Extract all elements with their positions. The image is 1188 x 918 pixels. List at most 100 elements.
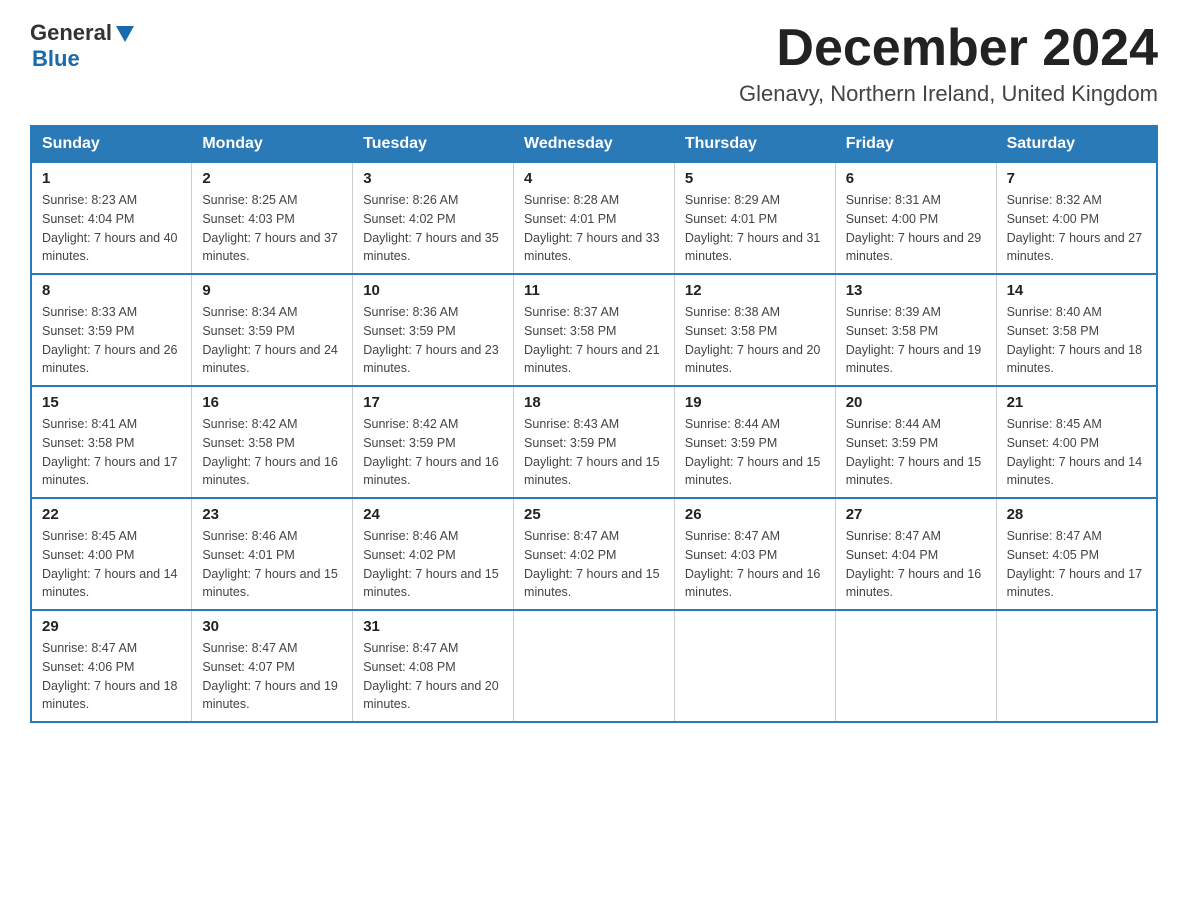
calendar-table: Sunday Monday Tuesday Wednesday Thursday… (30, 125, 1158, 723)
logo-triangle-icon (114, 22, 136, 44)
table-row: 31 Sunrise: 8:47 AM Sunset: 4:08 PM Dayl… (353, 610, 514, 722)
col-wednesday: Wednesday (514, 126, 675, 162)
table-row: 1 Sunrise: 8:23 AM Sunset: 4:04 PM Dayli… (31, 162, 192, 274)
day-info: Sunrise: 8:46 AM Sunset: 4:01 PM Dayligh… (202, 527, 342, 602)
table-row: 17 Sunrise: 8:42 AM Sunset: 3:59 PM Dayl… (353, 386, 514, 498)
day-number: 8 (42, 282, 181, 299)
table-row: 24 Sunrise: 8:46 AM Sunset: 4:02 PM Dayl… (353, 498, 514, 610)
day-number: 20 (846, 394, 986, 411)
day-number: 10 (363, 282, 503, 299)
day-info: Sunrise: 8:41 AM Sunset: 3:58 PM Dayligh… (42, 415, 181, 490)
day-number: 24 (363, 506, 503, 523)
table-row: 29 Sunrise: 8:47 AM Sunset: 4:06 PM Dayl… (31, 610, 192, 722)
day-number: 4 (524, 170, 664, 187)
table-row (514, 610, 675, 722)
table-row: 28 Sunrise: 8:47 AM Sunset: 4:05 PM Dayl… (996, 498, 1157, 610)
table-row: 23 Sunrise: 8:46 AM Sunset: 4:01 PM Dayl… (192, 498, 353, 610)
table-row: 30 Sunrise: 8:47 AM Sunset: 4:07 PM Dayl… (192, 610, 353, 722)
day-info: Sunrise: 8:47 AM Sunset: 4:06 PM Dayligh… (42, 639, 181, 714)
page-subtitle: Glenavy, Northern Ireland, United Kingdo… (739, 81, 1158, 107)
day-number: 3 (363, 170, 503, 187)
table-row: 8 Sunrise: 8:33 AM Sunset: 3:59 PM Dayli… (31, 274, 192, 386)
calendar-week-row: 8 Sunrise: 8:33 AM Sunset: 3:59 PM Dayli… (31, 274, 1157, 386)
day-info: Sunrise: 8:42 AM Sunset: 3:59 PM Dayligh… (363, 415, 503, 490)
day-number: 12 (685, 282, 825, 299)
day-info: Sunrise: 8:23 AM Sunset: 4:04 PM Dayligh… (42, 191, 181, 266)
title-block: December 2024 Glenavy, Northern Ireland,… (739, 20, 1158, 107)
table-row: 6 Sunrise: 8:31 AM Sunset: 4:00 PM Dayli… (835, 162, 996, 274)
day-info: Sunrise: 8:47 AM Sunset: 4:05 PM Dayligh… (1007, 527, 1146, 602)
day-number: 28 (1007, 506, 1146, 523)
col-thursday: Thursday (674, 126, 835, 162)
day-number: 18 (524, 394, 664, 411)
day-info: Sunrise: 8:47 AM Sunset: 4:08 PM Dayligh… (363, 639, 503, 714)
logo-general-text: General (30, 20, 112, 46)
table-row: 13 Sunrise: 8:39 AM Sunset: 3:58 PM Dayl… (835, 274, 996, 386)
day-number: 30 (202, 618, 342, 635)
table-row: 18 Sunrise: 8:43 AM Sunset: 3:59 PM Dayl… (514, 386, 675, 498)
day-number: 1 (42, 170, 181, 187)
day-info: Sunrise: 8:39 AM Sunset: 3:58 PM Dayligh… (846, 303, 986, 378)
table-row: 25 Sunrise: 8:47 AM Sunset: 4:02 PM Dayl… (514, 498, 675, 610)
day-number: 27 (846, 506, 986, 523)
day-info: Sunrise: 8:34 AM Sunset: 3:59 PM Dayligh… (202, 303, 342, 378)
table-row: 12 Sunrise: 8:38 AM Sunset: 3:58 PM Dayl… (674, 274, 835, 386)
day-info: Sunrise: 8:47 AM Sunset: 4:07 PM Dayligh… (202, 639, 342, 714)
col-saturday: Saturday (996, 126, 1157, 162)
table-row: 19 Sunrise: 8:44 AM Sunset: 3:59 PM Dayl… (674, 386, 835, 498)
table-row (674, 610, 835, 722)
table-row (835, 610, 996, 722)
calendar-header-row: Sunday Monday Tuesday Wednesday Thursday… (31, 126, 1157, 162)
table-row: 10 Sunrise: 8:36 AM Sunset: 3:59 PM Dayl… (353, 274, 514, 386)
day-info: Sunrise: 8:32 AM Sunset: 4:00 PM Dayligh… (1007, 191, 1146, 266)
day-info: Sunrise: 8:47 AM Sunset: 4:03 PM Dayligh… (685, 527, 825, 602)
logo: General Blue (30, 20, 136, 72)
day-info: Sunrise: 8:47 AM Sunset: 4:02 PM Dayligh… (524, 527, 664, 602)
day-info: Sunrise: 8:33 AM Sunset: 3:59 PM Dayligh… (42, 303, 181, 378)
page-header: General Blue December 2024 Glenavy, Nort… (30, 20, 1158, 107)
day-info: Sunrise: 8:47 AM Sunset: 4:04 PM Dayligh… (846, 527, 986, 602)
day-number: 2 (202, 170, 342, 187)
calendar-week-row: 29 Sunrise: 8:47 AM Sunset: 4:06 PM Dayl… (31, 610, 1157, 722)
day-number: 26 (685, 506, 825, 523)
day-number: 13 (846, 282, 986, 299)
day-info: Sunrise: 8:26 AM Sunset: 4:02 PM Dayligh… (363, 191, 503, 266)
day-info: Sunrise: 8:45 AM Sunset: 4:00 PM Dayligh… (42, 527, 181, 602)
table-row: 21 Sunrise: 8:45 AM Sunset: 4:00 PM Dayl… (996, 386, 1157, 498)
table-row: 11 Sunrise: 8:37 AM Sunset: 3:58 PM Dayl… (514, 274, 675, 386)
day-info: Sunrise: 8:46 AM Sunset: 4:02 PM Dayligh… (363, 527, 503, 602)
day-number: 25 (524, 506, 664, 523)
day-info: Sunrise: 8:37 AM Sunset: 3:58 PM Dayligh… (524, 303, 664, 378)
table-row: 4 Sunrise: 8:28 AM Sunset: 4:01 PM Dayli… (514, 162, 675, 274)
day-info: Sunrise: 8:25 AM Sunset: 4:03 PM Dayligh… (202, 191, 342, 266)
day-number: 21 (1007, 394, 1146, 411)
table-row: 26 Sunrise: 8:47 AM Sunset: 4:03 PM Dayl… (674, 498, 835, 610)
table-row: 5 Sunrise: 8:29 AM Sunset: 4:01 PM Dayli… (674, 162, 835, 274)
day-number: 31 (363, 618, 503, 635)
day-number: 6 (846, 170, 986, 187)
col-friday: Friday (835, 126, 996, 162)
table-row: 7 Sunrise: 8:32 AM Sunset: 4:00 PM Dayli… (996, 162, 1157, 274)
day-number: 14 (1007, 282, 1146, 299)
day-info: Sunrise: 8:36 AM Sunset: 3:59 PM Dayligh… (363, 303, 503, 378)
day-info: Sunrise: 8:42 AM Sunset: 3:58 PM Dayligh… (202, 415, 342, 490)
day-info: Sunrise: 8:40 AM Sunset: 3:58 PM Dayligh… (1007, 303, 1146, 378)
day-number: 15 (42, 394, 181, 411)
day-number: 22 (42, 506, 181, 523)
calendar-week-row: 15 Sunrise: 8:41 AM Sunset: 3:58 PM Dayl… (31, 386, 1157, 498)
table-row: 3 Sunrise: 8:26 AM Sunset: 4:02 PM Dayli… (353, 162, 514, 274)
day-number: 16 (202, 394, 342, 411)
table-row: 27 Sunrise: 8:47 AM Sunset: 4:04 PM Dayl… (835, 498, 996, 610)
table-row: 9 Sunrise: 8:34 AM Sunset: 3:59 PM Dayli… (192, 274, 353, 386)
calendar-week-row: 22 Sunrise: 8:45 AM Sunset: 4:00 PM Dayl… (31, 498, 1157, 610)
day-info: Sunrise: 8:28 AM Sunset: 4:01 PM Dayligh… (524, 191, 664, 266)
day-number: 23 (202, 506, 342, 523)
table-row: 2 Sunrise: 8:25 AM Sunset: 4:03 PM Dayli… (192, 162, 353, 274)
calendar-week-row: 1 Sunrise: 8:23 AM Sunset: 4:04 PM Dayli… (31, 162, 1157, 274)
day-info: Sunrise: 8:45 AM Sunset: 4:00 PM Dayligh… (1007, 415, 1146, 490)
col-monday: Monday (192, 126, 353, 162)
day-number: 29 (42, 618, 181, 635)
day-number: 5 (685, 170, 825, 187)
day-info: Sunrise: 8:29 AM Sunset: 4:01 PM Dayligh… (685, 191, 825, 266)
day-number: 17 (363, 394, 503, 411)
